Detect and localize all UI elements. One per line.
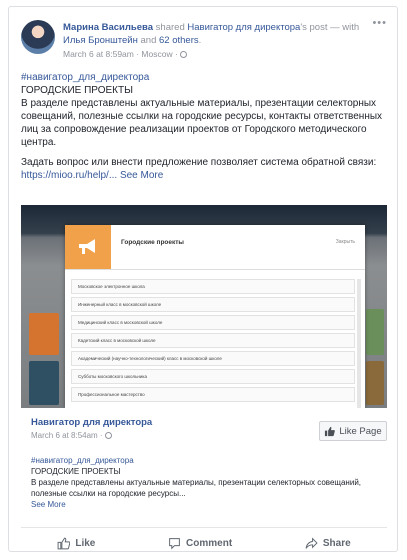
hashtag-link[interactable]: #навигатор_для_директора	[21, 71, 387, 84]
share-button[interactable]: Share	[305, 536, 351, 550]
like-label: Like	[75, 537, 96, 549]
thumbs-up-icon	[325, 426, 336, 436]
project-list: Московское электронное школа Инженерный …	[71, 279, 355, 405]
shared-hashtag[interactable]: #навигатор_для_директора	[31, 455, 379, 466]
shared-page-link[interactable]: Навигатор для директора	[187, 22, 300, 33]
post-header: Марина Васильева shared Навигатор для ди…	[63, 22, 360, 46]
shared-heading: ГОРОДСКИЕ ПРОЕКТЫ	[31, 467, 121, 476]
post-card: Марина Васильева shared Навигатор для ди…	[8, 6, 398, 552]
thumbs-up-outline-icon	[57, 537, 71, 549]
list-item: Московское электронное школа	[71, 279, 355, 294]
post-meta: March 6 at 8:59am · Moscow ·	[63, 49, 188, 59]
globe-icon	[104, 432, 112, 439]
shared-post-body: #навигатор_для_директора ГОРОДСКИЕ ПРОЕК…	[31, 455, 379, 510]
globe-icon	[180, 51, 188, 58]
list-item: Академический (научно-технологический) к…	[71, 351, 355, 366]
background-tile	[29, 313, 59, 355]
comment-icon	[169, 537, 180, 550]
list-item: Медицинский класс в московской школе	[71, 315, 355, 330]
dialog-close: Закрыть	[335, 239, 355, 245]
like-page-label: Like Page	[339, 425, 382, 437]
shared-timestamp[interactable]: March 6 at 8:54am ·	[31, 431, 105, 440]
shared-image[interactable]: Городские проекты Закрыть Московское эле…	[21, 205, 387, 408]
see-more-link[interactable]: ... See More	[109, 170, 163, 181]
share-label: Share	[322, 537, 351, 549]
list-item: Профессиональное мастерство	[71, 387, 355, 402]
post-heading: ГОРОДСКИЕ ПРОЕКТЫ	[21, 85, 133, 96]
background-tile	[366, 309, 384, 355]
post-paragraph: В разделе представлены актуальные матери…	[21, 98, 383, 148]
tagged-user-link[interactable]: Илья Бронштейн	[63, 35, 138, 46]
megaphone-icon	[65, 225, 111, 269]
background-tile	[29, 361, 59, 405]
shared-text: shared	[153, 22, 188, 33]
shared-text: В разделе представлены актуальные матери…	[31, 478, 362, 498]
actions-divider	[21, 527, 387, 528]
comment-button[interactable]: Comment	[168, 537, 232, 550]
post-suffix: 's post — with	[300, 22, 360, 33]
comment-label: Comment	[186, 537, 233, 549]
projects-dialog: Городские проекты Закрыть Московское эле…	[65, 225, 365, 408]
others-link[interactable]: 62 others	[159, 35, 199, 46]
and-text: and	[137, 35, 159, 46]
like-button[interactable]: Like	[57, 537, 95, 550]
avatar[interactable]	[21, 20, 55, 54]
post-body: #навигатор_для_директора ГОРОДСКИЕ ПРОЕК…	[21, 71, 387, 182]
background-tile	[366, 361, 384, 405]
shared-see-more-link[interactable]: See More	[31, 499, 379, 510]
divider	[65, 269, 365, 270]
author-name[interactable]: Марина Васильева	[63, 22, 153, 33]
dialog-title: Городские проекты	[121, 239, 184, 246]
like-page-button[interactable]: Like Page	[319, 421, 387, 441]
list-item: Кадетский класс в московской школе	[71, 333, 355, 348]
scrollbar	[357, 279, 361, 408]
share-icon	[305, 536, 318, 549]
help-link[interactable]: https://mioo.ru/help/	[21, 170, 109, 181]
feedback-text: Задать вопрос или внести предложение поз…	[21, 157, 377, 168]
shared-page-name[interactable]: Навигатор для директора	[31, 417, 152, 428]
post-timestamp[interactable]: March 6 at 8:59am · Moscow ·	[63, 49, 180, 59]
action-bar: Like Comment Share	[21, 533, 387, 553]
shared-meta: March 6 at 8:54am ·	[31, 431, 112, 440]
more-options-icon[interactable]: •••	[372, 17, 387, 29]
list-item: Субботы московского школьника	[71, 369, 355, 384]
list-item: Инженерный класс в московской школе	[71, 297, 355, 312]
